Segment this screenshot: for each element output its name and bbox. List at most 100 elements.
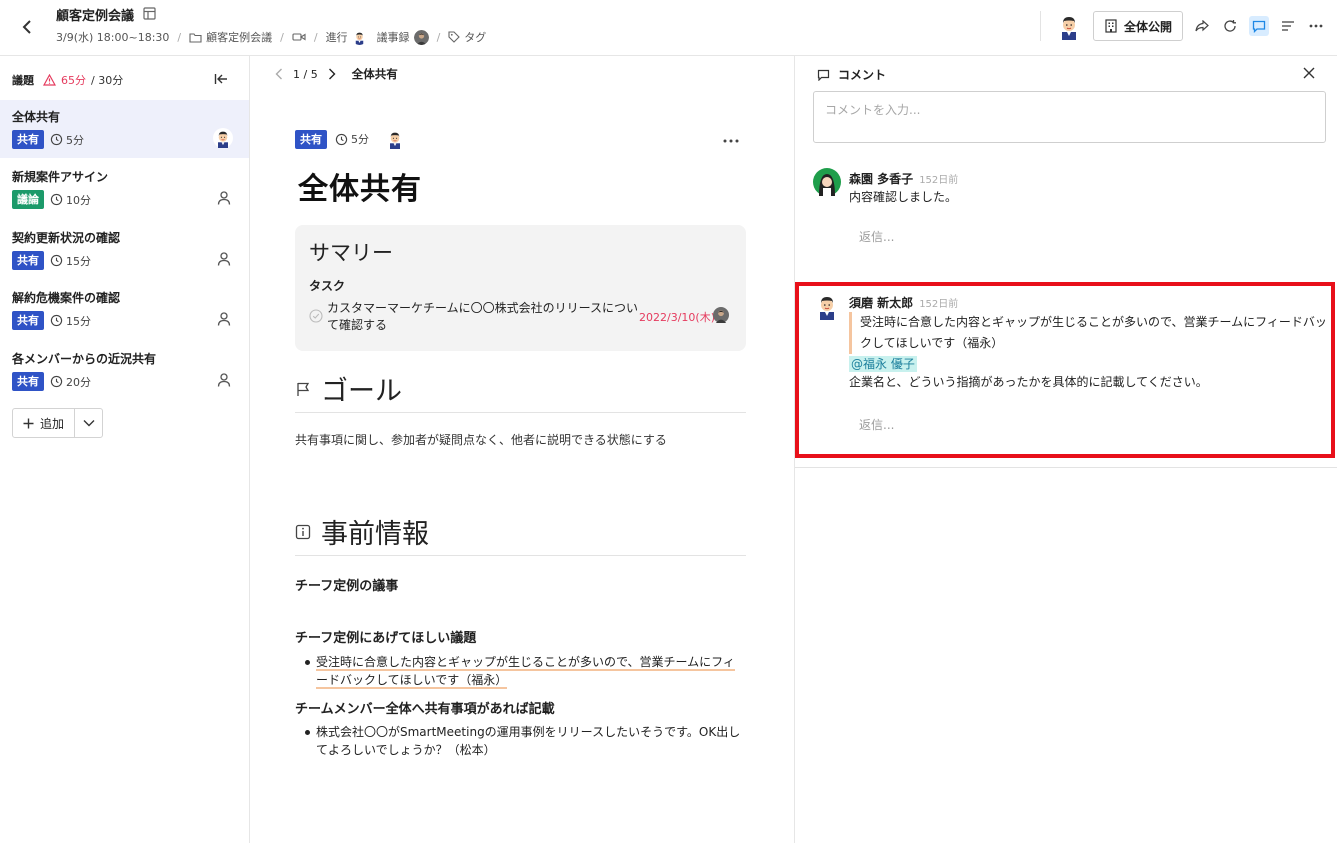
task-text[interactable]: カスタマーマーケチームに〇〇株式会社のリリースについて確認する [327,300,642,334]
clock-icon [50,314,63,327]
add-agenda-button[interactable]: 追加 [13,409,74,437]
commenter-avatar [813,292,841,320]
meeting-folder[interactable]: 顧客定例会議 [189,29,272,45]
comment-time: 152日前 [919,299,959,310]
building-icon [1105,19,1117,33]
refresh-icon[interactable] [1221,17,1239,35]
clock-icon [50,193,63,206]
person-icon[interactable] [216,311,232,327]
minutes-taker[interactable]: 議事録 [377,29,429,45]
subheading[interactable]: チーフ定例にあげてほしい議題 [295,627,476,646]
commented-text[interactable]: 受注時に合意した内容とギャップが生じることが多いので、営業チームにフィードバック… [316,655,735,689]
tag-icon [448,31,461,43]
comment-body: 内容確認しました。 [849,190,958,204]
comment-quote[interactable]: 受注時に合意した内容とギャップが生じることが多いので、営業チームにフィードバック… [849,312,1329,354]
agenda-item[interactable]: 各メンバーからの近況共有 共有 20分 [0,342,249,400]
folder-icon [189,32,202,43]
agenda-item[interactable]: 契約更新状況の確認 共有 15分 [0,221,249,279]
agenda-item-title: 全体共有 [12,110,61,124]
person-icon[interactable] [216,372,232,388]
collapse-sidebar-icon[interactable] [214,73,228,89]
next-agenda-icon[interactable] [328,68,336,80]
subheading[interactable]: チームメンバー全体へ共有事項があれば記載 [295,698,555,717]
minutes-avatar [414,30,429,45]
total-time: / 30分 [91,74,124,87]
outline-icon[interactable] [1279,17,1297,35]
task-due-date[interactable]: 2022/3/10(木) [639,309,715,325]
bullet-item[interactable]: 株式会社〇〇がSmartMeetingの運用事例をリリースしたいそうです。OK出… [305,723,745,759]
comments-panel: コメント 森園 多香子 152日前 内容確認しました。 返信... 須磨 新太郎 1… [794,56,1337,843]
comment-icon[interactable] [1249,16,1269,36]
public-button[interactable]: 全体公開 [1092,11,1183,41]
agenda-item[interactable]: 全体共有 共有 5分 [0,100,249,158]
task-label: タスク [309,279,346,293]
person-icon[interactable] [216,251,232,267]
task-checkbox-icon[interactable] [309,309,323,323]
comment-time: 152日前 [919,175,959,186]
clock-icon [50,133,63,146]
agenda-badge: 共有 [12,130,44,149]
goal-text[interactable]: 共有事項に関し、参加者が疑問点なく、他者に説明できる状態にする [295,431,667,448]
video-icon[interactable] [292,32,306,42]
comment-body: 企業名と、どういう指摘があったかを具体的に記載してください。 [849,375,1208,389]
public-label: 全体公開 [1123,19,1172,34]
clock-icon [50,254,63,267]
agenda-title[interactable]: 全体共有 [298,164,422,208]
minutes-label: 議事録 [376,31,410,44]
agenda-item[interactable]: 解約危機案件の確認 共有 15分 [0,281,249,339]
agenda-pager: 1 / 5 全体共有 [275,66,398,82]
subheading[interactable]: チーフ定例の議事 [295,575,398,594]
summary-box: サマリー タスク カスタマーマーケチームに〇〇株式会社のリリースについて確認する… [295,225,746,351]
comments-title: コメント [838,68,887,82]
agenda-type-badge[interactable]: 共有 [295,129,327,149]
folder-label: 顧客定例会議 [206,31,273,44]
facilitator[interactable]: 進行 [326,29,367,45]
comment-input[interactable] [813,91,1326,143]
goal-title: ゴール [321,376,402,407]
agenda-badge: 共有 [12,311,44,330]
agenda-item[interactable]: 新規案件アサイン 議論 10分 [0,160,249,218]
plus-icon [23,418,34,428]
prev-agenda-icon[interactable] [275,68,283,80]
owner-avatar[interactable] [1055,12,1083,40]
back-icon[interactable] [16,16,38,38]
chevron-down-icon[interactable] [74,409,102,437]
more-options-icon[interactable] [723,132,739,147]
user-mention[interactable]: @福永 優子 [849,356,917,372]
agenda-label: 議題 [12,74,34,87]
task-assignee-avatar[interactable] [713,307,729,323]
agenda-item-title: 各メンバーからの近況共有 [12,352,157,366]
person-icon[interactable] [216,190,232,206]
tag-button[interactable]: タグ [448,29,486,45]
meeting-title: 顧客定例会議 [56,9,135,24]
share-icon[interactable] [1193,17,1211,35]
template-icon[interactable] [143,7,156,24]
facilitator-label: 進行 [325,31,348,44]
bullet-item[interactable]: 受注時に合意した内容とギャップが生じることが多いので、営業チームにフィードバック… [305,653,745,689]
agenda-sidebar: 議題 65分 / 30分 全体共有 共有 5分 新規案件アサイン 議論 10分 … [0,56,250,843]
info-section-heading: 事前情報 [295,512,746,556]
facilitator-avatar [352,30,367,45]
agenda-duration: 20分 [50,374,91,390]
assignee-avatar[interactable] [213,128,233,148]
agenda-item-title: 解約危機案件の確認 [12,291,121,305]
add-label: 追加 [40,416,65,431]
more-icon[interactable] [1307,17,1325,35]
meeting-meta: 3/9(水) 18:00~18:30 / 顧客定例会議 / / 進行 議事録 /… [56,29,487,45]
agenda-duration: 15分 [50,253,91,269]
agenda-content: 1 / 5 全体共有 共有 5分 全体共有 サマリー タスク カスタマーマーケチ… [251,56,793,843]
agenda-duration: 5分 [50,132,84,148]
agenda-duration: 10分 [50,192,91,208]
agenda-header: 議題 65分 / 30分 [12,72,123,88]
agenda-badge: 共有 [12,372,44,391]
agenda-duration[interactable]: 5分 [335,131,369,147]
reply-button[interactable]: 返信... [859,228,894,245]
goal-section-heading: ゴール [295,369,746,413]
close-icon[interactable] [1303,67,1315,83]
reply-button[interactable]: 返信... [859,416,894,433]
comment-author: 須磨 新太郎 [849,296,914,310]
assignee-avatar[interactable] [385,129,405,149]
comment-icon [817,69,830,81]
summary-title: サマリー [309,241,393,265]
agenda-meta: 共有 5分 [295,129,405,149]
